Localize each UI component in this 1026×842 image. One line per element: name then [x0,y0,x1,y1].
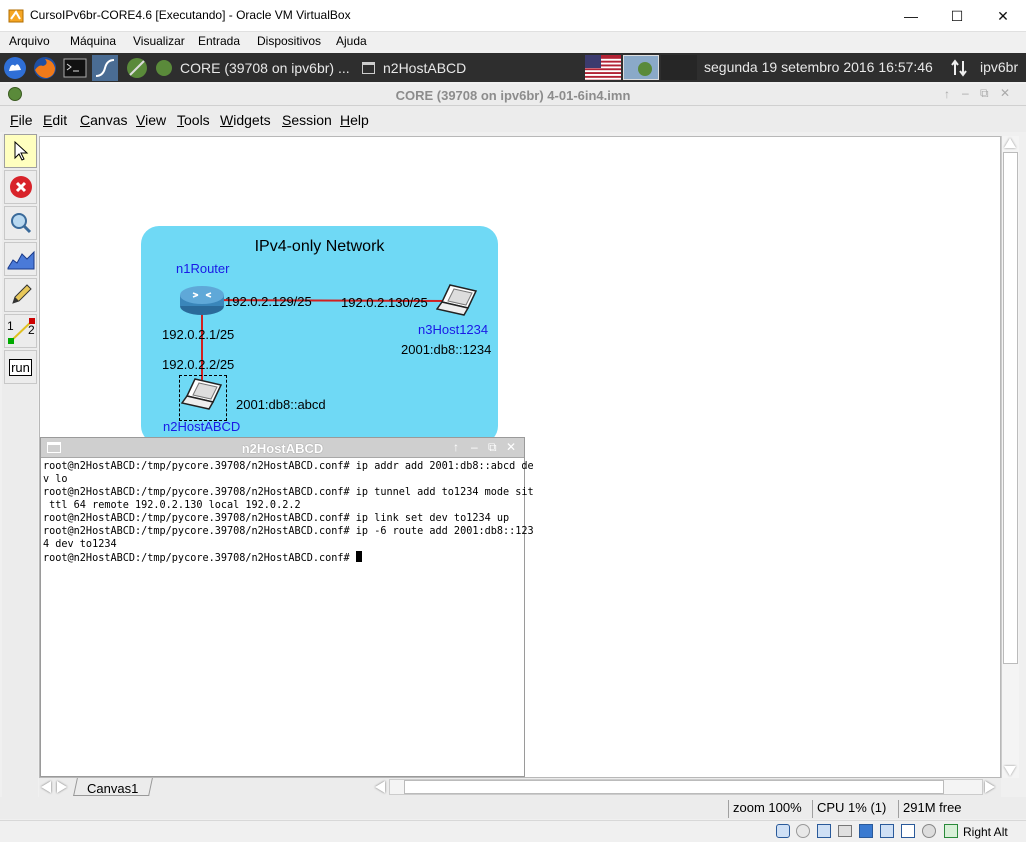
host-key-label: Right Alt [963,825,1008,839]
terminal-up-icon[interactable]: ↑ [453,440,459,454]
n2-ipv6-address: 2001:db8::abcd [236,397,326,412]
video-capture-icon[interactable] [922,824,936,838]
terminal-line: root@n2HostABCD:/tmp/pycore.39708/n2Host… [43,461,534,472]
audio-icon[interactable] [817,824,831,838]
terminal-output[interactable]: root@n2HostABCD:/tmp/pycore.39708/n2Host… [43,460,534,565]
terminal-line: 4 dev to1234 [43,539,117,550]
terminal-line: ttl 64 remote 192.0.2.130 local 192.0.2.… [43,500,301,511]
terminal-window[interactable]: n2HostABCD ↑ – ⧉ ✕ root@n2HostABCD:/tmp/… [40,437,534,777]
terminal-titlebar[interactable]: n2HostABCD ↑ – ⧉ ✕ [41,438,524,458]
terminal-cursor [355,551,362,562]
terminal-line: v lo [43,474,68,485]
optical-drive-icon[interactable] [796,824,810,838]
status-memory: 291M free [898,800,998,818]
terminal-line: root@n2HostABCD:/tmp/pycore.39708/n2Host… [43,487,534,498]
terminal-line: root@n2HostABCD:/tmp/pycore.39708/n2Host… [43,526,534,537]
scroll-up-arrow-icon[interactable] [1004,138,1016,148]
status-cpu: CPU 1% (1) [812,800,898,818]
horizontal-scroll-thumb[interactable] [404,780,944,794]
node-label-n3: n3Host1234 [418,322,489,337]
laptop-icon [180,378,223,410]
canvas-vertical-scrollbar[interactable] [1001,136,1019,778]
canvas-tab-bar: Canvas1 [39,778,1001,797]
hard-disk-icon[interactable] [776,824,790,838]
link-label-r-n3-far: 192.0.2.130/25 [341,295,428,310]
terminal-close-button[interactable]: ✕ [506,440,516,454]
scroll-down-arrow-icon[interactable] [1004,766,1016,776]
hscroll-left-arrow-icon[interactable] [375,781,385,793]
link-label-r-n2-near: 192.0.2.1/25 [162,327,235,342]
link-label-r-n2-far: 192.0.2.2/25 [162,357,235,372]
router-icon [180,286,224,315]
display-icon[interactable] [901,824,915,838]
host-node-n2[interactable] [180,377,223,417]
node-label-n2: n2HostABCD [163,419,241,434]
terminal-maximize-button[interactable]: ⧉ [488,440,497,455]
hscroll-right-arrow-icon[interactable] [985,781,995,793]
tab-scroll-right-icon[interactable] [57,781,67,793]
router-node-n1[interactable] [179,284,225,316]
usb-icon[interactable] [859,824,873,838]
terminal-prompt: root@n2HostABCD:/tmp/pycore.39708/n2Host… [43,553,356,564]
n3-ipv6-address: 2001:db8::1234 [401,342,492,357]
node-label-n1: n1Router [176,261,230,276]
horizontal-scrollbar[interactable] [389,779,983,795]
link-label-r-n3-near: 192.0.2.129/25 [225,294,312,309]
terminal-line: root@n2HostABCD:/tmp/pycore.39708/n2Host… [43,513,510,524]
shared-folders-icon[interactable] [880,824,894,838]
host-node-n3[interactable] [435,283,478,321]
mouse-integration-icon[interactable] [944,824,958,838]
laptop-icon [435,284,478,316]
terminal-minimize-button[interactable]: – [471,440,478,454]
tab-scroll-left-icon[interactable] [41,781,51,793]
tab-canvas1-label: Canvas1 [87,781,139,796]
terminal-prompt-line[interactable]: root@n2HostABCD:/tmp/pycore.39708/n2Host… [43,551,523,565]
vertical-scroll-thumb[interactable] [1003,152,1018,664]
network-adapter-icon[interactable] [838,825,852,837]
vbox-statusbar: Right Alt [0,820,1026,842]
terminal-title: n2HostABCD [241,441,324,456]
status-zoom: zoom 100% [728,800,812,818]
